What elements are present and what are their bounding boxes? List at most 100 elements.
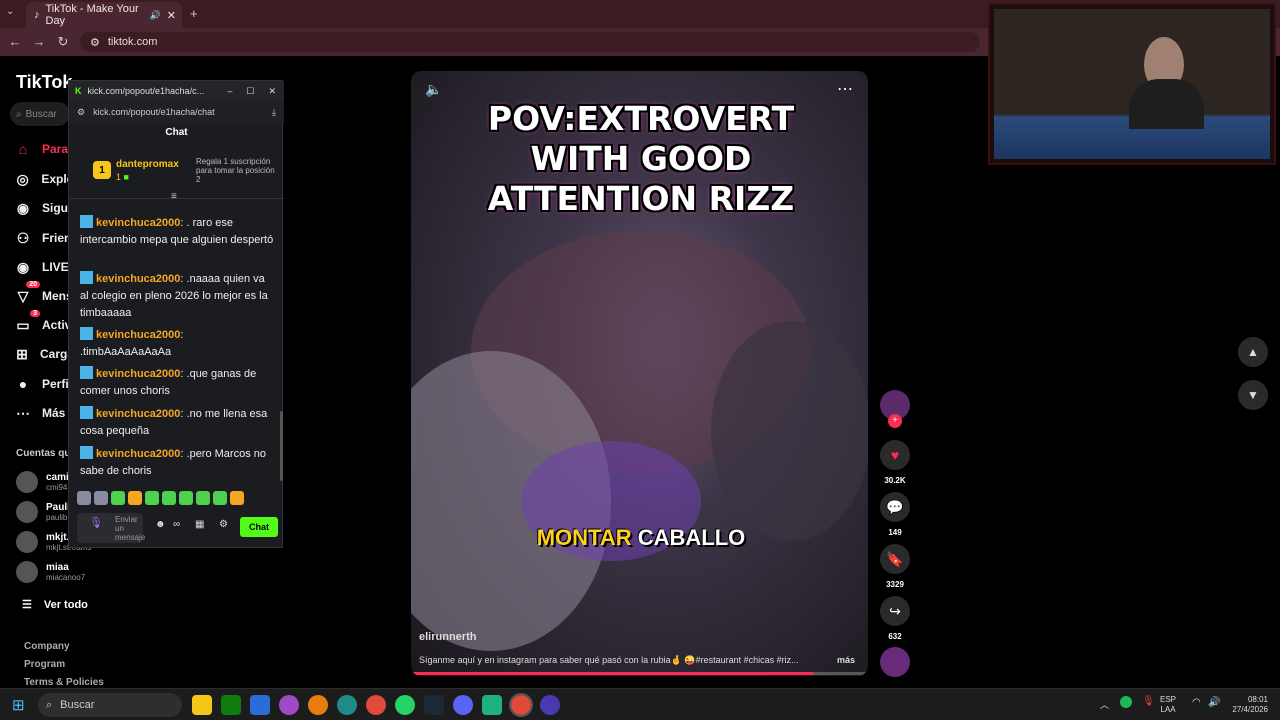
close-tab-icon[interactable]: ✕ [167,9,176,22]
nav-item-0[interactable]: ⌂ Para [14,138,74,160]
nav-item-7[interactable]: ⊞ Carga [14,343,74,365]
minimize-icon[interactable]: – [227,86,232,97]
language-indicator[interactable]: ESP LAA [1160,695,1176,715]
share-icon[interactable]: ↪ [880,596,910,626]
chat-scrollbar[interactable] [280,411,283,481]
leader-name[interactable]: dantepromax [116,159,179,170]
mic-icon[interactable]: 🎙 [89,518,103,529]
video-progress-bar[interactable] [411,672,868,675]
following-account[interactable]: miaa miacanoo7 [16,558,85,586]
windows-start-icon[interactable]: ⊞ [12,696,25,714]
reload-icon[interactable]: ↻ [52,34,74,50]
chat-username[interactable]: kevinchuca2000 [96,448,180,460]
comment-action[interactable]: 💬 149 [880,492,910,537]
emote-icon[interactable] [230,491,244,505]
comment-icon[interactable]: 💬 [880,492,910,522]
nav-item-8[interactable]: ● Perfil [14,373,74,395]
tiktok-search-input[interactable]: ⌕ Buscar [10,102,70,126]
whatsapp-icon[interactable] [395,695,415,715]
discord-icon[interactable] [453,695,473,715]
url-input[interactable]: ⚙ tiktok.com [80,32,980,52]
emote-icon[interactable] [196,491,210,505]
chat-username[interactable]: kevinchuca2000 [96,408,180,420]
settings-icon[interactable]: ⚙ [219,519,228,530]
forward-icon[interactable]: → [28,34,50,50]
close-window-icon[interactable]: ✕ [268,86,276,97]
nav-item-1[interactable]: ◎ Explo [14,168,74,190]
volume-icon[interactable]: 🔊 [1208,697,1220,708]
chat-username[interactable]: kevinchuca2000 [96,368,180,380]
download-icon[interactable]: ⤓ [272,107,276,118]
like-action[interactable]: ♥ 30.2K [880,440,910,485]
spotify-tray-icon[interactable] [1120,696,1132,708]
bookmark-icon[interactable]: 🔖 [880,544,910,574]
store-icon[interactable] [250,695,270,715]
kick-url-bar[interactable]: ⚙ kick.com/popout/e1hacha/chat ⤓ [69,101,284,123]
mute-icon[interactable]: 🔈 [425,81,442,98]
store-icon[interactable]: ▦ [195,519,204,530]
chat-message-input[interactable]: 🎙 Enviar un mensaje [77,513,145,543]
send-chat-button[interactable]: Chat [240,517,278,537]
footer-company[interactable]: Company [24,641,70,652]
emote-icon[interactable] [128,491,142,505]
next-video-button[interactable]: ▼ [1238,380,1268,410]
taskbar-search[interactable]: ⌕ Buscar [38,693,182,717]
xbox-icon[interactable] [221,695,241,715]
blender-icon[interactable] [308,695,328,715]
video-player[interactable]: 🔈 ⋯ POV:EXTROVERT WITH GOOD ATTENTION RI… [411,71,868,676]
following-account[interactable]: mkjt.mkjt.streams [16,528,91,556]
emote-icon[interactable] [162,491,176,505]
file-explorer-icon[interactable] [192,695,212,715]
browser-tab[interactable]: ♪ TikTok - Make Your Day 🔊 ✕ [26,2,182,28]
more-options-icon[interactable]: ⋯ [837,79,853,99]
nav-item-9[interactable]: ⋯ Más [14,402,74,424]
chrome-icon[interactable] [366,695,386,715]
emote-icon[interactable] [77,491,91,505]
save-action[interactable]: 🔖 3329 [880,544,910,589]
android-studio-icon[interactable] [482,695,502,715]
mic-tray-icon[interactable]: 🎙 [1142,696,1155,707]
following-account[interactable]: cami cmi94 [16,468,76,496]
emoji-icon[interactable]: ☻ [155,519,166,530]
site-info-icon[interactable]: ⚙ [90,36,100,49]
footer-terms[interactable]: Terms & Policies [24,677,104,688]
emote-icon[interactable] [111,491,125,505]
following-account[interactable]: Pauli paulib [16,498,76,526]
footer-program[interactable]: Program [24,659,65,670]
chat-username[interactable]: kevinchuca2000 [96,329,180,341]
follow-plus-icon[interactable]: + [888,414,902,428]
maximize-icon[interactable]: ☐ [246,86,254,97]
photos-icon[interactable] [279,695,299,715]
speaker-icon[interactable]: 🔊 [150,10,161,21]
nav-item-3[interactable]: ⚇ Frien [14,227,74,249]
site-info-icon[interactable]: ⚙ [77,107,85,118]
steam-icon[interactable] [424,695,444,715]
emote-icon[interactable] [179,491,193,505]
share-action[interactable]: ↪ 632 [880,596,910,641]
music-disc-action[interactable] [880,647,910,677]
emote-icon[interactable] [94,491,108,505]
music-disc-icon[interactable] [880,647,910,677]
description-more-button[interactable]: más [837,655,855,665]
video-author[interactable]: elirunnerth [419,631,476,643]
nav-item-5[interactable]: ▽ 20 Mens [14,281,74,307]
emote-icon[interactable] [145,491,159,505]
obs-icon[interactable] [540,695,560,715]
heart-icon[interactable]: ♥ [880,440,910,470]
back-icon[interactable]: ← [4,34,26,50]
creator-avatar-action[interactable]: + [880,390,910,428]
chrome-active-icon[interactable] [509,693,533,717]
gift-hint[interactable]: Regala 1 suscripción para tomar la posic… [196,157,281,184]
tray-chevron-icon[interactable]: ︿ [1100,698,1109,711]
edge-icon[interactable] [337,695,357,715]
nav-item-4[interactable]: ◉ LIVE [14,256,74,278]
new-tab-icon[interactable]: + [190,6,198,21]
nav-item-2[interactable]: ◉ Sigui [14,197,74,219]
see-all-button[interactable]: ☰ Ver todo [22,598,88,612]
previous-video-button[interactable]: ▲ [1238,337,1268,367]
chat-username[interactable]: kevinchuca2000 [96,273,180,285]
expand-leaderboard-icon[interactable]: ≡ [171,191,177,202]
chat-username[interactable]: kevinchuca2000 [96,217,180,229]
taskbar-clock[interactable]: 08:01 27/4/2026 [1224,695,1268,715]
infinity-icon[interactable]: ∞ [173,519,180,530]
